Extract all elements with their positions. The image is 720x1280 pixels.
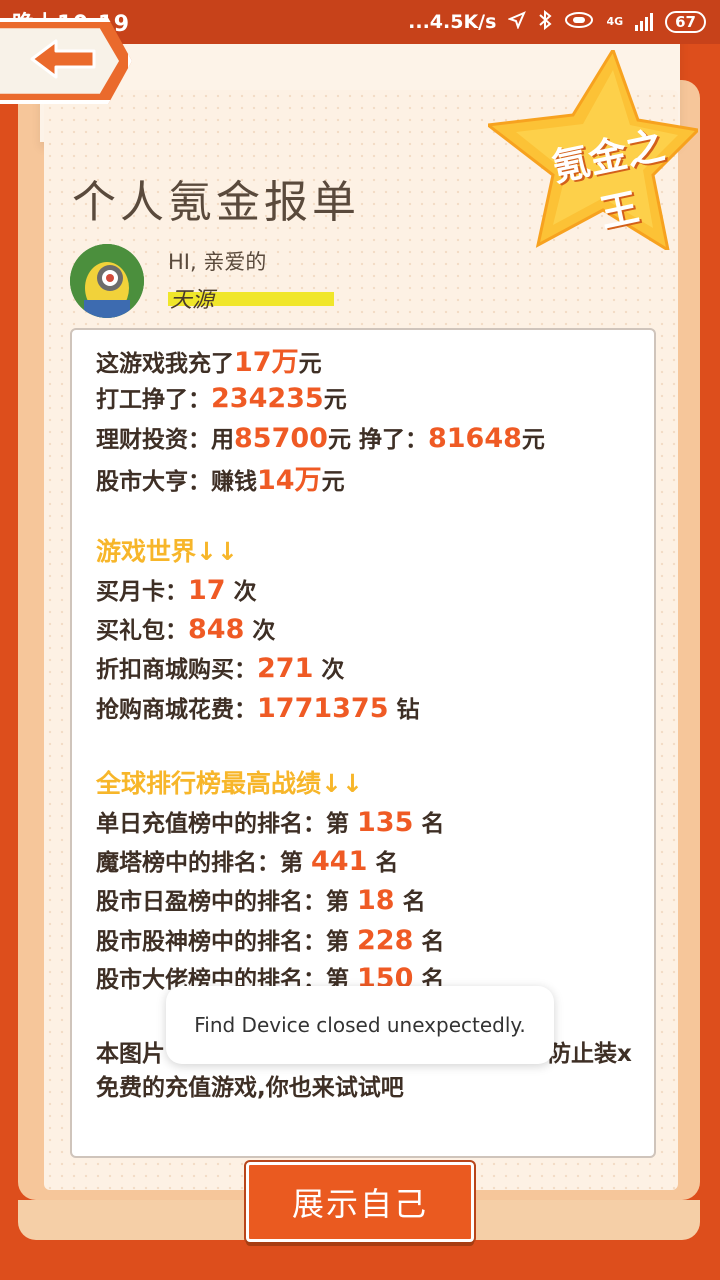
signal-icon (635, 13, 654, 31)
battery-level: 67 (675, 13, 696, 31)
summary-row: 打工挣了：234235元 (96, 383, 347, 414)
game-world-row: 买礼包：848 次 (96, 614, 276, 645)
back-arrow-icon (28, 37, 100, 85)
battery-icon: 67 (665, 11, 706, 33)
show-self-button[interactable]: 展示自己 (246, 1162, 474, 1242)
network-type: 4G (606, 15, 624, 28)
back-button[interactable] (0, 18, 132, 104)
footer-note-line1-end: 防止装x (548, 1041, 632, 1067)
location-arrow-icon (507, 10, 527, 34)
summary-row: 这游戏我充了17万元 (96, 347, 322, 378)
footer-note-line2: 免费的充值游戏,你也来试试吧 (96, 1075, 404, 1101)
ranking-row: 股市日盈榜中的排名：第 18 名 (96, 885, 426, 916)
page-title: 个人氪金报单 (72, 177, 360, 228)
game-world-row: 抢购商城花费：1771375 钻 (96, 693, 420, 724)
summary-row: 理财投资：用85700元 挣了：81648元 (96, 423, 545, 454)
network-speed: ...4.5K/s (408, 11, 497, 33)
game-world-row: 买月卡：17 次 (96, 575, 257, 606)
game-world-row: 折扣商城购买：271 次 (96, 653, 345, 684)
ranking-row: 股市股神榜中的排名：第 228 名 (96, 925, 445, 956)
footer-note-line1-start: 本图片 (96, 1041, 165, 1067)
eye-icon (564, 11, 594, 34)
avatar (70, 244, 144, 318)
ranking-row: 魔塔榜中的排名：第 441 名 (96, 846, 399, 877)
bluetooth-icon (538, 9, 552, 35)
username: 天源 (170, 288, 215, 313)
section-header-ranking: 全球排行榜最高战绩↓↓ (96, 769, 363, 798)
summary-row: 股市大亨：赚钱14万元 (96, 465, 345, 496)
toast-message: Find Device closed unexpectedly. (166, 986, 554, 1064)
ranking-row: 单日充值榜中的排名：第 135 名 (96, 807, 445, 838)
section-header-game-world: 游戏世界↓↓ (96, 537, 238, 566)
greeting: HI, 亲爱的 (168, 250, 267, 274)
status-icons: ...4.5K/s 4G 67 (408, 9, 706, 35)
